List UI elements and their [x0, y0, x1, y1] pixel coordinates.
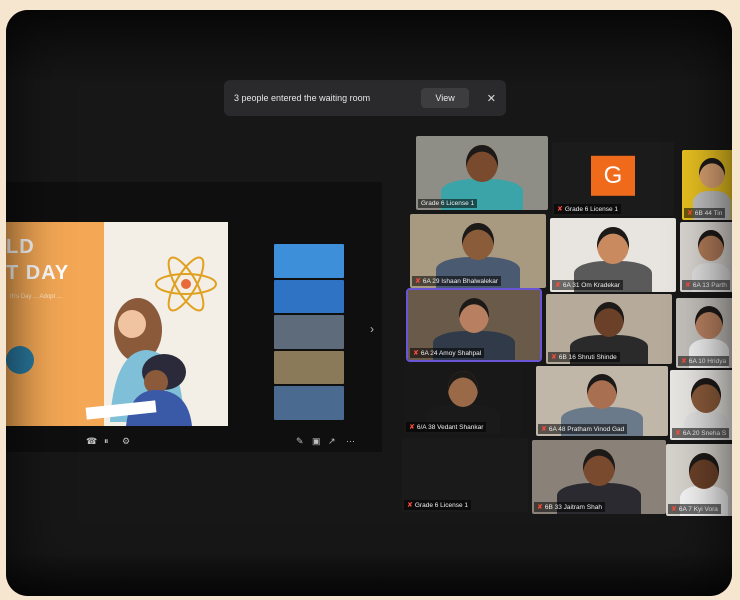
mic-muted-icon: ✘ — [555, 282, 561, 289]
notification-message: 3 people entered the waiting room — [234, 93, 371, 103]
participant-tile[interactable]: ✘ 6B 16 Shruti Shinde — [546, 294, 672, 364]
participant-name: Grade 6 License 1 — [564, 205, 618, 213]
participant-video-face — [597, 226, 629, 264]
mic-muted-icon: ✘ — [415, 278, 421, 285]
strip-tile — [274, 244, 344, 278]
participant-name: Grade 6 License 1 — [421, 200, 475, 207]
view-button[interactable]: View — [421, 88, 469, 108]
shared-gallery-strip — [274, 244, 344, 420]
mic-muted-icon: ✘ — [685, 282, 691, 289]
participant-name: Grade 6 License 1 — [414, 501, 468, 509]
participant-name-label: ✘ 6/A 38 Vedant Shankar — [406, 422, 487, 432]
participant-video-face — [697, 230, 725, 262]
participant-video-face — [587, 374, 617, 410]
participant-name: 6A 24 Amoy Shahpal — [420, 349, 482, 357]
participant-name: 6A 20 Sneha S — [682, 429, 727, 437]
participant-name: 6A 31 Om Kradekar — [562, 281, 620, 289]
participant-name-label: ✘ 6A 29 Ishaan Bhalwalekar — [412, 276, 502, 286]
participant-tile[interactable]: ✘ 6A 24 Amoy Shahpal — [406, 288, 542, 362]
mic-muted-icon: ✘ — [687, 210, 693, 217]
participant-name-label: ✘ 6A 31 Om Kradekar — [552, 280, 623, 290]
strip-tile — [274, 350, 344, 385]
pause-icon[interactable]: ⏸ — [104, 436, 109, 447]
strip-tile — [274, 279, 344, 314]
strip-tile — [274, 386, 344, 420]
screen-icon[interactable]: ▣ — [312, 436, 321, 447]
participant-name: 6B 16 Shruti Shinde — [558, 353, 617, 361]
participant-video-face — [447, 370, 479, 407]
participant-name-label: ✘ 6B 33 Jaitram Shah — [534, 502, 605, 512]
top-shade — [6, 10, 732, 80]
participant-video-face — [459, 298, 489, 334]
chevron-right-icon[interactable]: › — [370, 322, 374, 336]
participant-tile[interactable]: ✘ 6/A 38 Vedant Shankar — [404, 362, 522, 434]
participant-name: 6A 48 Pratham Vinod Gad — [548, 425, 625, 433]
shared-slide: LD T DAY th's Day ... Adopt ... — [6, 222, 228, 426]
mic-muted-icon: ✘ — [407, 502, 413, 509]
share-controls: ☎ ⏸ ⚙ ✎ ▣ ↗ ⋯ — [6, 432, 382, 452]
participant-tile[interactable]: ✘ 6A 7 Kyi Vora — [666, 444, 732, 516]
participant-video-face — [688, 452, 720, 489]
participant-name: 6A 7 Kyi Vora — [678, 505, 718, 513]
waiting-room-notification: 3 people entered the waiting room View ✕ — [224, 80, 506, 116]
participant-tile[interactable]: G ✘ Grade 6 License 1 — [552, 142, 674, 216]
mic-muted-icon: ✘ — [675, 430, 681, 437]
pen-icon[interactable]: ✎ — [296, 436, 304, 447]
phone-icon[interactable]: ☎ — [86, 436, 97, 447]
participant-name-label: ✘ 6A 13 Parth — [682, 280, 730, 290]
participant-name-label: Grade 6 License 1 — [418, 199, 478, 208]
participant-name-label: ✘ 6A 10 Hridya — [678, 356, 730, 366]
participant-name-label: ✘ 6A 7 Kyi Vora — [668, 504, 721, 514]
participant-name: 6/A 38 Vedant Shankar — [416, 423, 484, 431]
avatar: G — [591, 155, 635, 196]
mic-muted-icon: ✘ — [557, 206, 563, 213]
participant-tile[interactable]: ✘ 6A 10 Hridya — [676, 298, 732, 368]
participant-tile[interactable]: ✘ 6A 48 Pratham Vinod Gad — [536, 366, 668, 436]
mic-muted-icon: ✘ — [551, 354, 557, 361]
mic-muted-icon: ✘ — [413, 350, 419, 357]
more-icon[interactable]: ⋯ — [346, 436, 355, 447]
participant-tile[interactable]: ✘ 6B 44 Tin — [682, 150, 732, 220]
participant-name: 6A 10 Hridya — [688, 357, 727, 365]
participant-video-face — [691, 378, 721, 414]
zoom-window: 3 people entered the waiting room View ✕… — [6, 10, 732, 596]
screen-share[interactable]: LD T DAY th's Day ... Adopt ... › ☎ ⏸ ⚙ … — [6, 182, 382, 452]
participant-video-face — [594, 302, 624, 338]
participant-tile[interactable]: Grade 6 License 1 — [416, 136, 548, 210]
participant-video-face — [699, 158, 725, 189]
bottom-shade — [6, 556, 732, 596]
participant-name-label: ✘ 6A 48 Pratham Vinod Gad — [538, 424, 628, 434]
mic-muted-icon: ✘ — [541, 426, 547, 433]
participant-name-label: ✘ 6A 20 Sneha S — [672, 428, 730, 438]
participant-name: 6A 13 Parth — [692, 281, 727, 289]
mic-muted-icon: ✘ — [681, 358, 687, 365]
participant-tile[interactable]: ✘ 6A 13 Parth — [680, 222, 732, 292]
participant-name: 6A 29 Ishaan Bhalwalekar — [422, 277, 499, 285]
participant-video-face — [694, 306, 724, 340]
expand-icon[interactable]: ↗ — [328, 436, 336, 447]
participant-name-label: ✘ Grade 6 License 1 — [554, 204, 621, 214]
participant-tile[interactable]: ✘ 6A 20 Sneha S — [670, 370, 732, 440]
participant-tile[interactable]: ✘ 6A 29 Ishaan Bhalwalekar — [410, 214, 546, 288]
participant-video-face — [466, 144, 498, 182]
mic-muted-icon: ✘ — [409, 424, 415, 431]
participant-video-face — [583, 448, 615, 486]
participant-name-label: ✘ 6B 16 Shruti Shinde — [548, 352, 620, 362]
participant-name: 6B 33 Jaitram Shah — [544, 503, 602, 511]
close-icon[interactable]: ✕ — [487, 92, 496, 105]
mic-muted-icon: ✘ — [671, 506, 677, 513]
settings-icon[interactable]: ⚙ — [122, 436, 130, 447]
strip-tile — [274, 315, 344, 349]
participant-name-label: ✘ 6B 44 Tin — [684, 208, 726, 218]
participant-tile[interactable]: ✘ 6B 33 Jaitram Shah — [532, 440, 666, 514]
participant-name-label: ✘ 6A 24 Amoy Shahpal — [410, 348, 485, 358]
mic-muted-icon: ✘ — [537, 504, 543, 511]
participant-tile[interactable]: ✘ Grade 6 License 1 — [402, 438, 528, 512]
participant-tile[interactable]: ✘ 6A 31 Om Kradekar — [550, 218, 676, 292]
participant-video-face — [462, 222, 494, 260]
slide-illustration — [6, 256, 217, 426]
participant-name-label: ✘ Grade 6 License 1 — [404, 500, 471, 510]
participant-name: 6B 44 Tin — [694, 209, 723, 217]
